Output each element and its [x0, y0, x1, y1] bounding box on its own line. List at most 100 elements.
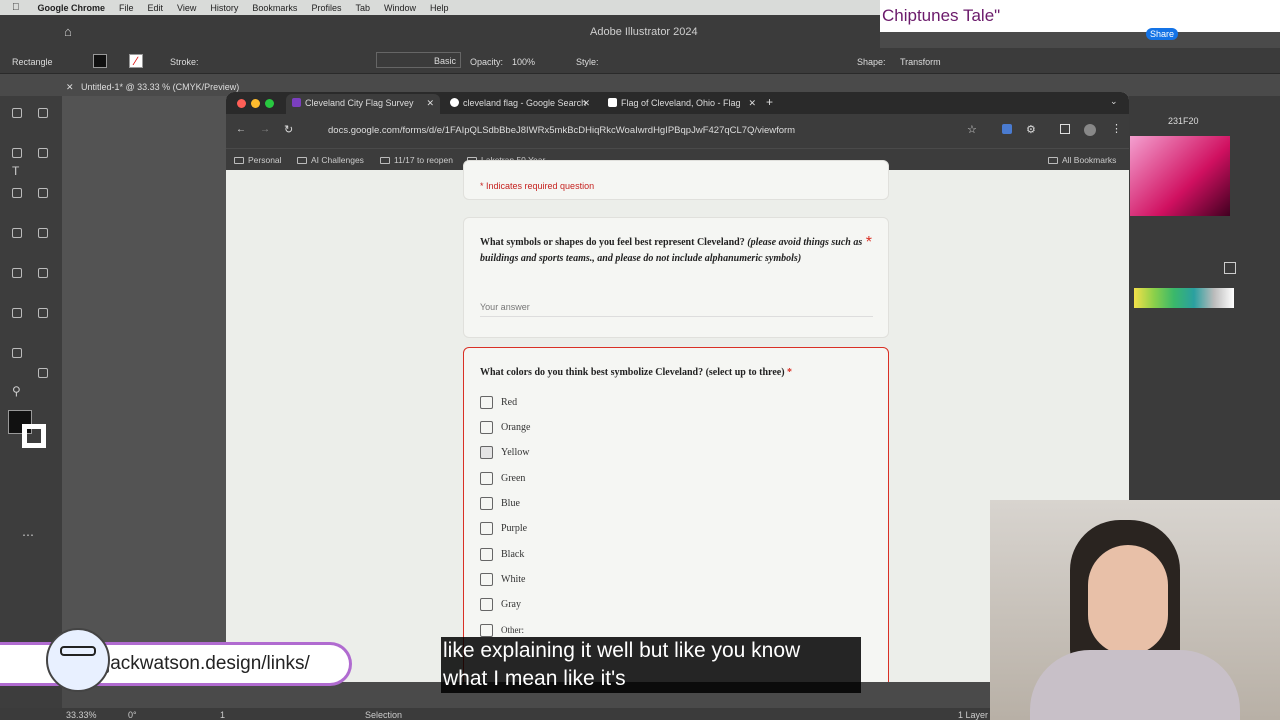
- document-title: Untitled-1* @ 33.33 % (CMYK/Preview): [81, 82, 240, 92]
- home-icon[interactable]: ⌂: [64, 24, 72, 39]
- menu-file[interactable]: File: [119, 3, 134, 13]
- option-label: Other:: [501, 625, 524, 635]
- url-field[interactable]: docs.google.com/forms/d/e/1FAIpQLSdbBbeJ…: [306, 119, 996, 143]
- checkbox-icon[interactable]: [480, 624, 493, 637]
- checkbox-icon[interactable]: [480, 573, 493, 586]
- maximize-window-icon[interactable]: [265, 99, 274, 108]
- person-shirt: [1030, 650, 1240, 720]
- checkbox-icon[interactable]: [480, 396, 493, 409]
- tab-wikipedia[interactable]: Flag of Cleveland, Ohio - Flag ✕: [602, 94, 762, 114]
- close-tab-icon[interactable]: ✕: [426, 98, 434, 109]
- selected-tool-label: Rectangle: [12, 57, 53, 67]
- menu-help[interactable]: Help: [430, 3, 449, 13]
- back-icon[interactable]: ←: [236, 124, 246, 135]
- blend-tool-icon[interactable]: [38, 308, 48, 318]
- eraser-tool-icon[interactable]: [38, 228, 48, 238]
- more-tools-icon[interactable]: ⋯: [22, 528, 34, 542]
- menu-bookmarks[interactable]: Bookmarks: [252, 3, 297, 13]
- checkbox-icon[interactable]: [480, 446, 493, 459]
- option-label: Gray: [501, 599, 521, 610]
- transform-button[interactable]: Transform: [900, 57, 941, 67]
- minimize-window-icon[interactable]: [251, 99, 260, 108]
- tab-wiki-label: Flag of Cleveland, Ohio - Flag: [621, 98, 741, 108]
- curvature-tool-icon[interactable]: [38, 148, 48, 158]
- warp-tool-icon[interactable]: [12, 268, 22, 278]
- rotation-angle[interactable]: 0°: [128, 710, 137, 720]
- sidepanel-icon[interactable]: [1060, 124, 1070, 134]
- puzzle-icon[interactable]: ⚙: [1026, 123, 1036, 136]
- menu-app-name[interactable]: Google Chrome: [38, 3, 106, 13]
- brush-dropdown[interactable]: Basic: [376, 52, 461, 68]
- folder-icon: [380, 157, 390, 164]
- extension-icon[interactable]: [1002, 124, 1012, 134]
- checkbox-icon[interactable]: [480, 548, 493, 561]
- menu-tab[interactable]: Tab: [355, 3, 370, 13]
- required-asterisk: *: [787, 367, 793, 378]
- selection-tool-icon[interactable]: [12, 108, 22, 118]
- person-face: [1088, 545, 1168, 655]
- forms-favicon-icon: [292, 98, 301, 107]
- folder-icon: [297, 157, 307, 164]
- direct-selection-tool-icon[interactable]: [38, 108, 48, 118]
- artboard-number[interactable]: 1: [220, 710, 225, 720]
- close-window-icon[interactable]: [237, 99, 246, 108]
- checkbox-icon[interactable]: [480, 598, 493, 611]
- close-tab-icon[interactable]: ✕: [748, 98, 756, 109]
- fill-swatch[interactable]: [93, 54, 107, 68]
- type-tool-icon[interactable]: T: [12, 164, 19, 178]
- menu-window[interactable]: Window: [384, 3, 416, 13]
- stroke-swatch[interactable]: ∕: [129, 54, 143, 68]
- required-note: * Indicates required question: [480, 181, 595, 191]
- answer-input[interactable]: Your answer: [480, 302, 873, 317]
- checkbox-icon[interactable]: [480, 472, 493, 485]
- stroke-color-icon[interactable]: [22, 424, 46, 448]
- close-doc-icon[interactable]: ✕: [66, 82, 74, 93]
- apple-icon[interactable]: : [12, 2, 20, 13]
- tab-search-icon[interactable]: ⌄: [1110, 96, 1118, 107]
- artboard-canvas[interactable]: [62, 96, 226, 686]
- bookmark-star-icon[interactable]: ☆: [967, 123, 977, 136]
- rectangle-tool-icon[interactable]: [12, 188, 22, 198]
- free-transform-tool-icon[interactable]: [38, 268, 48, 278]
- option-label: Green: [501, 473, 526, 484]
- color-picker-field[interactable]: [1130, 136, 1230, 216]
- zoom-level[interactable]: 33.33%: [66, 710, 97, 720]
- menu-view[interactable]: View: [177, 3, 196, 13]
- new-tab-icon[interactable]: +: [766, 95, 773, 109]
- bookmark-all[interactable]: All Bookmarks: [1048, 155, 1116, 165]
- grid-view-icon[interactable]: [1224, 262, 1236, 274]
- swatches-grid[interactable]: [1134, 288, 1234, 308]
- opacity-value[interactable]: 100%: [512, 57, 535, 67]
- menu-history[interactable]: History: [210, 3, 238, 13]
- menu-profiles[interactable]: Profiles: [311, 3, 341, 13]
- checkbox-icon[interactable]: [480, 497, 493, 510]
- bookmark-label: Personal: [248, 155, 282, 165]
- shape-label[interactable]: Shape:: [857, 57, 886, 67]
- bookmark-reopen[interactable]: 11/17 to reopen: [380, 155, 453, 165]
- profile-avatar[interactable]: [1084, 124, 1096, 136]
- zoom-tool-icon[interactable]: ⚲: [12, 384, 21, 398]
- question-symbols-card: What symbols or shapes do you feel best …: [463, 217, 889, 338]
- eyedropper-tool-icon[interactable]: [12, 308, 22, 318]
- rotate-tool-icon[interactable]: [12, 228, 22, 238]
- bookmark-personal[interactable]: Personal: [234, 155, 282, 165]
- checkbox-icon[interactable]: [480, 421, 493, 434]
- cartoon-avatar: [46, 628, 110, 692]
- tab-google-search[interactable]: cleveland flag - Google Search ✕: [444, 94, 596, 114]
- tab-survey[interactable]: Cleveland City Flag Survey ✕: [286, 94, 440, 114]
- menu-kebab-icon[interactable]: ⋮: [1111, 122, 1122, 135]
- menu-edit[interactable]: Edit: [148, 3, 164, 13]
- share-button[interactable]: Share: [1146, 28, 1179, 40]
- forward-icon[interactable]: →: [260, 124, 270, 135]
- graph-tool-icon[interactable]: [12, 348, 22, 358]
- paintbrush-tool-icon[interactable]: [38, 188, 48, 198]
- reload-icon[interactable]: ↻: [284, 123, 293, 136]
- checkbox-icon[interactable]: [480, 522, 493, 535]
- option-label: Purple: [501, 523, 528, 534]
- caption-line-2: what I mean like it's: [443, 667, 626, 690]
- hand-tool-icon[interactable]: [38, 368, 48, 378]
- hex-value[interactable]: 231F20: [1168, 116, 1199, 126]
- pen-tool-icon[interactable]: [12, 148, 22, 158]
- bookmark-ai-challenges[interactable]: AI Challenges: [297, 155, 364, 165]
- close-tab-icon[interactable]: ✕: [582, 98, 590, 109]
